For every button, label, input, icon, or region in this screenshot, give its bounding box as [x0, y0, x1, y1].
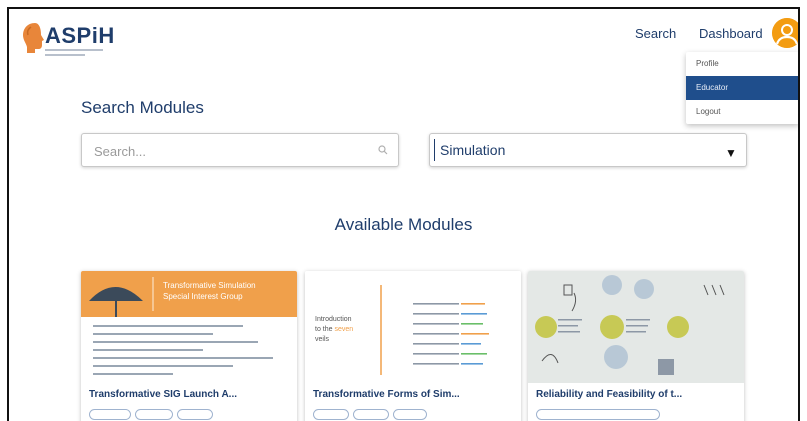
module-tag — [393, 409, 427, 420]
browser-viewport: ASPiH Search Dashboard Profile Educator … — [7, 7, 800, 421]
dropdown-arrow-icon[interactable]: ▼ — [725, 146, 737, 160]
category-select-value: Simulation — [440, 142, 506, 158]
module-tag — [313, 409, 349, 420]
module-tag — [536, 409, 660, 420]
svg-text:Introduction: Introduction — [315, 316, 352, 323]
logo-tagline-lines — [45, 49, 105, 59]
nav-search-link[interactable]: Search — [635, 26, 676, 41]
select-caret-bar — [434, 139, 435, 161]
search-input[interactable] — [92, 141, 366, 161]
svg-text:Transformative Simulation: Transformative Simulation — [163, 281, 256, 290]
user-avatar-icon[interactable] — [772, 18, 798, 48]
menu-item-logout[interactable]: Logout — [686, 100, 798, 124]
aspih-logo[interactable]: ASPiH — [21, 19, 131, 63]
search-field[interactable] — [81, 133, 399, 167]
module-card-title[interactable]: Transformative Forms of Sim... — [313, 389, 513, 400]
logo-head-icon — [23, 23, 44, 53]
module-tag — [89, 409, 131, 420]
menu-item-educator[interactable]: Educator — [686, 76, 798, 100]
module-card[interactable]: Reliability and Feasibility of t... — [528, 271, 744, 421]
category-select[interactable]: Simulation ▼ — [429, 133, 747, 167]
person-icon — [772, 18, 798, 48]
module-thumbnail-reliability — [528, 271, 744, 383]
module-tag — [135, 409, 173, 420]
module-tag — [177, 409, 213, 420]
user-dropdown-menu: Profile Educator Logout — [686, 52, 798, 124]
search-icon[interactable] — [378, 145, 388, 155]
module-tag — [353, 409, 389, 420]
svg-text:to the seven: to the seven — [315, 326, 353, 333]
svg-text:Special Interest Group: Special Interest Group — [163, 292, 243, 301]
menu-item-profile[interactable]: Profile — [686, 52, 798, 76]
module-card[interactable]: Introduction to the seven veils Transfor… — [305, 271, 521, 421]
module-card-title[interactable]: Transformative SIG Launch A... — [89, 389, 289, 400]
module-card-title[interactable]: Reliability and Feasibility of t... — [536, 389, 736, 400]
available-modules-heading: Available Modules — [334, 215, 473, 234]
module-thumbnail-umbrella: Transformative Simulation Special Intere… — [81, 271, 297, 383]
svg-text:veils: veils — [315, 336, 330, 343]
logo-text: ASPiH — [45, 23, 115, 48]
module-card[interactable]: Transformative Simulation Special Intere… — [81, 271, 297, 421]
search-modules-heading: Search Modules — [81, 98, 204, 117]
module-thumbnail-seven-veils: Introduction to the seven veils — [305, 271, 521, 383]
nav-dashboard-link[interactable]: Dashboard — [699, 26, 763, 41]
